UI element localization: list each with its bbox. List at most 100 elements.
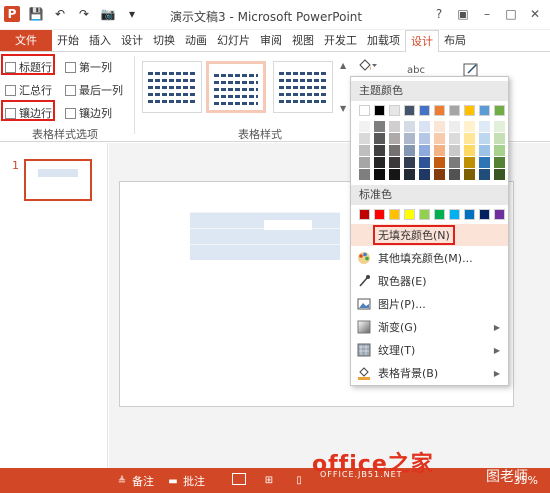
theme-color-shade-swatch[interactable]: [479, 157, 490, 168]
theme-color-shade-swatch[interactable]: [479, 121, 490, 132]
theme-color-shade-swatch[interactable]: [494, 145, 505, 156]
theme-color-shade-swatch[interactable]: [359, 121, 370, 132]
standard-color-swatch[interactable]: [404, 209, 415, 220]
theme-color-shade-swatch[interactable]: [434, 169, 445, 180]
tab-animations[interactable]: 动画: [180, 30, 212, 51]
standard-color-swatch[interactable]: [479, 209, 490, 220]
theme-color-shade-swatch[interactable]: [374, 169, 385, 180]
theme-color-shade-swatch[interactable]: [464, 157, 475, 168]
table-cell-selected[interactable]: [264, 220, 312, 230]
screenshot-icon[interactable]: 📷: [100, 6, 116, 22]
theme-color-shade-swatch[interactable]: [389, 133, 400, 144]
eyedropper-item[interactable]: 取色器(E): [351, 270, 508, 292]
undo-icon[interactable]: ↶: [52, 6, 68, 22]
last-column-checkbox[interactable]: 最后一列: [65, 82, 123, 98]
theme-color-shade-swatch[interactable]: [359, 169, 370, 180]
theme-color-swatch[interactable]: [374, 105, 385, 116]
theme-color-swatch[interactable]: [449, 105, 460, 116]
theme-color-swatch[interactable]: [464, 105, 475, 116]
theme-color-swatch[interactable]: [389, 105, 400, 116]
theme-color-shade-swatch[interactable]: [419, 157, 430, 168]
shading-button[interactable]: [356, 58, 378, 74]
theme-color-shade-swatch[interactable]: [404, 145, 415, 156]
gradient-item[interactable]: 渐变(G) ▶: [351, 316, 508, 338]
theme-color-shade-swatch[interactable]: [419, 145, 430, 156]
theme-color-shade-swatch[interactable]: [389, 169, 400, 180]
theme-color-shade-swatch[interactable]: [389, 121, 400, 132]
theme-color-shade-swatch[interactable]: [449, 133, 460, 144]
theme-color-shade-swatch[interactable]: [374, 145, 385, 156]
theme-color-shade-swatch[interactable]: [434, 133, 445, 144]
standard-color-swatch[interactable]: [389, 209, 400, 220]
theme-color-shade-swatch[interactable]: [449, 169, 460, 180]
theme-color-shade-swatch[interactable]: [449, 121, 460, 132]
tab-insert[interactable]: 插入: [84, 30, 116, 51]
table-object[interactable]: [190, 212, 340, 260]
table-background-item[interactable]: 表格背景(B) ▶: [351, 362, 508, 384]
table-style-thumbnail[interactable]: [142, 61, 202, 113]
theme-color-swatch[interactable]: [404, 105, 415, 116]
maximize-button[interactable]: □: [500, 3, 522, 25]
ribbon-display-button[interactable]: ▣: [452, 3, 474, 25]
standard-color-swatch[interactable]: [494, 209, 505, 220]
redo-icon[interactable]: ↷: [76, 6, 92, 22]
slide-sorter-button[interactable]: ⊞: [262, 473, 276, 487]
tab-layout[interactable]: 布局: [439, 30, 471, 51]
standard-color-swatch[interactable]: [359, 209, 370, 220]
theme-color-shade-swatch[interactable]: [494, 169, 505, 180]
theme-color-shade-swatch[interactable]: [464, 121, 475, 132]
theme-color-shade-swatch[interactable]: [449, 145, 460, 156]
theme-color-shade-swatch[interactable]: [464, 133, 475, 144]
help-button[interactable]: ?: [428, 3, 450, 25]
tab-slideshow[interactable]: 幻灯片: [212, 30, 255, 51]
standard-color-swatch[interactable]: [449, 209, 460, 220]
theme-color-shade-swatch[interactable]: [419, 169, 430, 180]
theme-color-shade-swatch[interactable]: [359, 145, 370, 156]
theme-color-shade-swatch[interactable]: [494, 133, 505, 144]
standard-color-swatch[interactable]: [374, 209, 385, 220]
theme-color-swatch[interactable]: [419, 105, 430, 116]
theme-color-shade-swatch[interactable]: [464, 145, 475, 156]
table-style-thumbnail[interactable]: [273, 61, 333, 113]
theme-color-shade-swatch[interactable]: [464, 169, 475, 180]
minimize-button[interactable]: –: [476, 3, 498, 25]
theme-color-shade-swatch[interactable]: [494, 121, 505, 132]
theme-color-shade-swatch[interactable]: [374, 133, 385, 144]
theme-color-swatch[interactable]: [494, 105, 505, 116]
theme-color-shade-swatch[interactable]: [359, 157, 370, 168]
tab-table-design[interactable]: 设计: [405, 30, 439, 53]
picture-item[interactable]: 图片(P)...: [351, 293, 508, 315]
theme-color-shade-swatch[interactable]: [479, 145, 490, 156]
theme-color-shade-swatch[interactable]: [434, 157, 445, 168]
tab-addins[interactable]: 加载项: [362, 30, 405, 51]
notes-button[interactable]: ≜ 备注: [115, 473, 154, 489]
first-column-checkbox[interactable]: 第一列: [65, 59, 112, 75]
theme-color-shade-swatch[interactable]: [389, 157, 400, 168]
banded-columns-checkbox[interactable]: 镶边列: [65, 105, 112, 121]
style-gallery-scroll[interactable]: ▲ ▼: [340, 61, 350, 113]
theme-color-shade-swatch[interactable]: [404, 157, 415, 168]
customize-qat-icon[interactable]: ▾: [124, 6, 140, 22]
theme-color-shade-swatch[interactable]: [419, 133, 430, 144]
theme-color-swatch[interactable]: [434, 105, 445, 116]
total-row-checkbox[interactable]: 汇总行: [5, 82, 52, 98]
comments-button[interactable]: ▬ 批注: [166, 473, 205, 489]
save-icon[interactable]: 💾: [28, 6, 44, 22]
theme-color-shade-swatch[interactable]: [404, 133, 415, 144]
theme-color-swatch[interactable]: [479, 105, 490, 116]
theme-color-shade-swatch[interactable]: [374, 157, 385, 168]
normal-view-button[interactable]: [232, 473, 246, 485]
theme-color-shade-swatch[interactable]: [374, 121, 385, 132]
tab-design[interactable]: 设计: [116, 30, 148, 51]
theme-color-swatch[interactable]: [359, 105, 370, 116]
close-button[interactable]: ✕: [524, 3, 546, 25]
more-fill-colors-item[interactable]: 其他填充颜色(M)...: [351, 247, 508, 269]
scroll-up-icon[interactable]: ▲: [340, 61, 350, 70]
theme-color-shade-swatch[interactable]: [404, 169, 415, 180]
tab-home[interactable]: 开始: [52, 30, 84, 51]
theme-color-shade-swatch[interactable]: [494, 157, 505, 168]
tab-review[interactable]: 审阅: [255, 30, 287, 51]
theme-color-shade-swatch[interactable]: [359, 133, 370, 144]
scroll-down-icon[interactable]: ▼: [340, 104, 350, 113]
theme-color-shade-swatch[interactable]: [389, 145, 400, 156]
